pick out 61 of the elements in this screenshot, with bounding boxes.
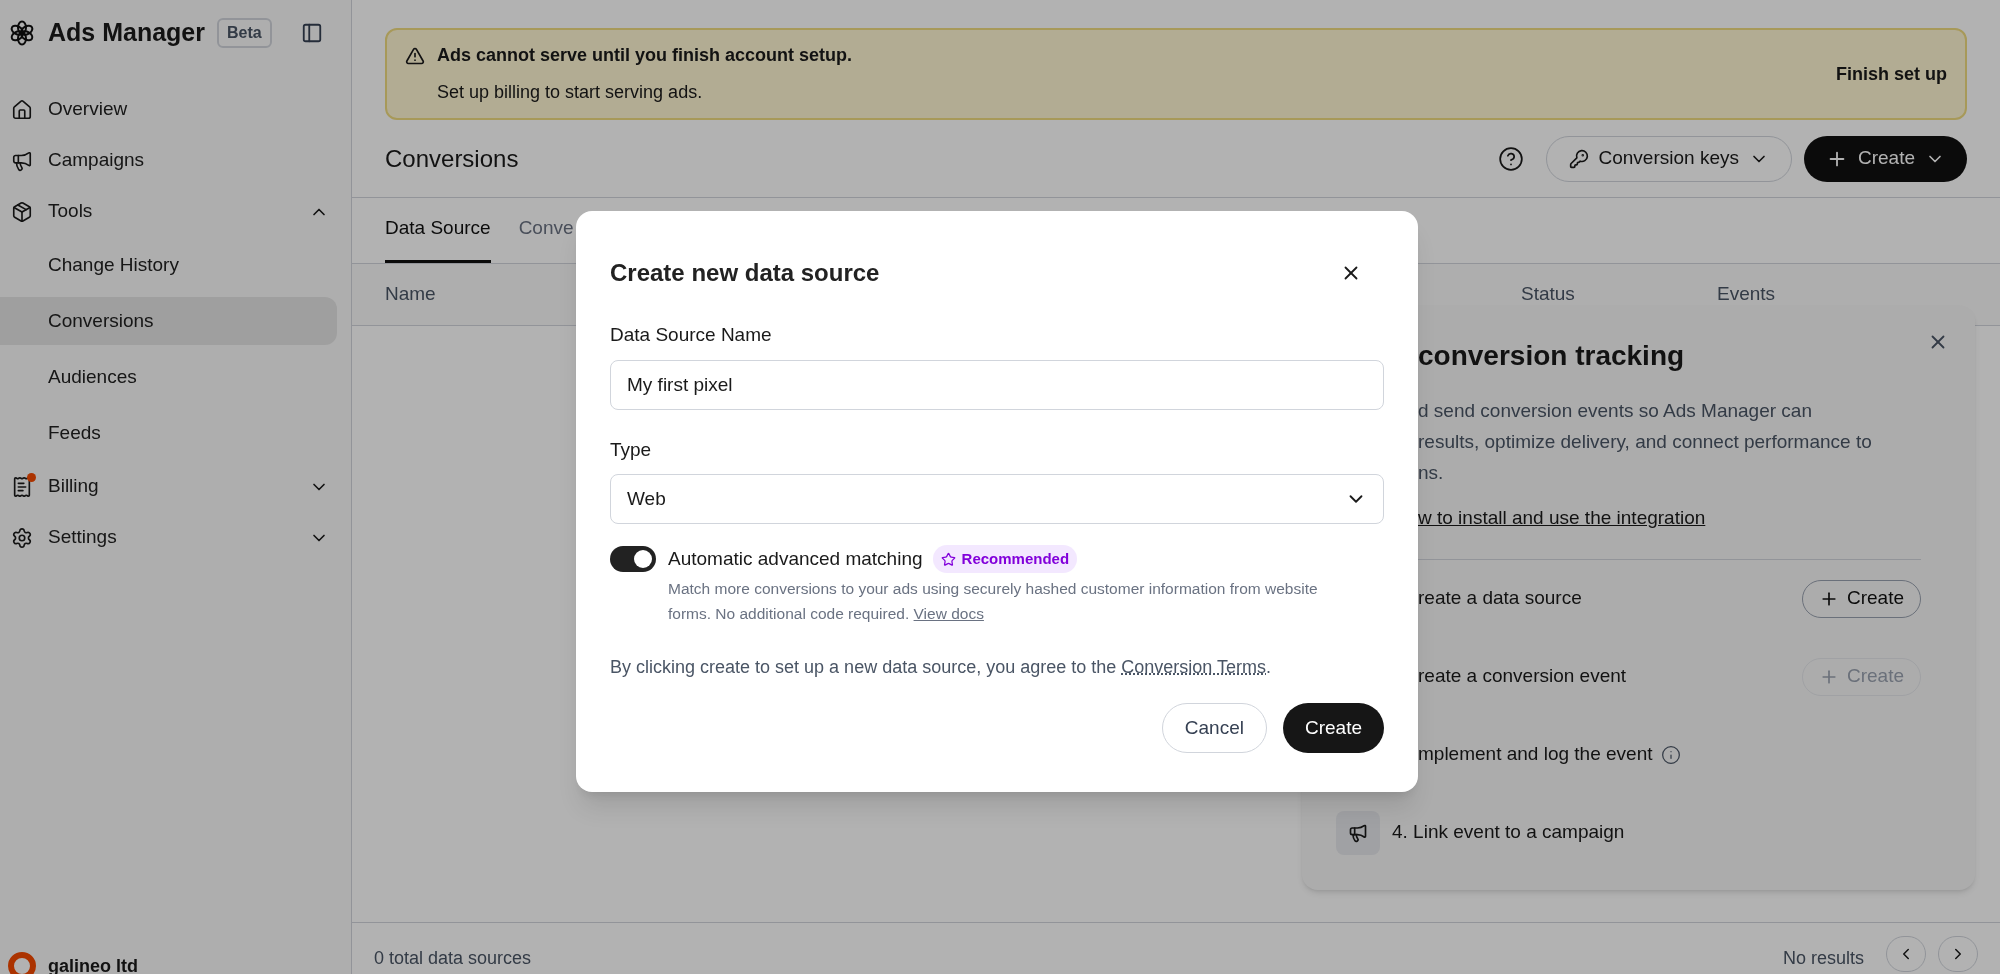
panel-title: conversion tracking <box>1418 339 1686 373</box>
nav-item[interactable]: Overview <box>0 84 351 135</box>
terms-text: By clicking create to set up a new data source, you agree to the Conversion Terms. <box>610 656 1273 679</box>
home-icon <box>11 98 33 121</box>
tab[interactable]: Conve <box>518 213 574 263</box>
nav-item[interactable]: Billing <box>0 461 351 512</box>
star-icon <box>940 551 956 567</box>
total-count: 0 total data sources <box>374 947 532 970</box>
nav-subitem[interactable]: Conversions <box>0 297 337 345</box>
nav-label: Settings <box>48 525 118 550</box>
name-input-field[interactable]: My first pixel <box>610 359 1384 410</box>
nav-subitem[interactable]: Feeds <box>0 409 337 457</box>
nav-item[interactable]: Tools <box>0 186 351 237</box>
matching-toggle[interactable] <box>610 546 656 572</box>
nav-item[interactable]: Campaigns <box>0 135 351 186</box>
settings-icon <box>11 526 33 549</box>
step-label: reate a data source <box>1418 586 1582 611</box>
step-label: reate a conversion event <box>1418 664 1627 689</box>
create-button[interactable]: Create <box>1282 703 1384 753</box>
panel-description-line: d send conversion events so Ads Manager can <box>1418 399 1813 422</box>
nav-label: Campaigns <box>48 148 146 173</box>
warning-icon <box>405 45 425 66</box>
view-docs-link[interactable]: View docs <box>913 605 984 622</box>
matching-label: Automatic advanced matching <box>668 546 923 571</box>
matching-description: Match more conversions to your ads using securely hashed customer information from website forms. No additional code required. View docs <box>668 579 1319 624</box>
recommended-badge: Recommended <box>932 544 1078 574</box>
conversion-terms-link[interactable]: Conversion Terms <box>1121 657 1267 677</box>
nav-item[interactable]: Settings <box>0 512 351 563</box>
column-header: Name <box>385 282 437 307</box>
nav-subitem[interactable]: Audiences <box>0 353 337 401</box>
panel-description-line: ns. <box>1418 461 1445 484</box>
finish-setup-button[interactable]: Finish set up <box>1836 60 1947 88</box>
column-header: Events <box>1717 282 1776 307</box>
column-header: Status <box>1521 282 1576 307</box>
panel-description-line: results, optimize delivery, and connect performance to <box>1418 430 1873 453</box>
logo-icon <box>8 19 36 47</box>
box-icon <box>11 200 33 223</box>
step-label: mplement and log the event <box>1418 742 1653 767</box>
nav-subitem[interactable]: Change History <box>0 241 337 289</box>
page-title: Conversions <box>385 143 519 174</box>
step-label: 4. Link event to a campaign <box>1392 820 1625 845</box>
results-text: No results <box>1782 947 1864 970</box>
field-label: Data Source Name <box>610 323 773 347</box>
nav-label: Billing <box>48 474 100 499</box>
nav-label: Overview <box>48 97 129 122</box>
type-select[interactable]: Web <box>610 474 1384 524</box>
sidebar-toggle-icon[interactable] <box>301 22 323 44</box>
megaphone-icon <box>1348 822 1368 843</box>
banner-title: Ads cannot serve until you finish account setup. <box>437 44 853 67</box>
field-label: Type <box>610 437 653 462</box>
create-menu-button[interactable]: Create <box>1803 135 1967 182</box>
receipt-icon <box>11 475 33 498</box>
nav-label: Tools <box>48 199 94 224</box>
integration-guide-link[interactable]: w to install and use the integration <box>1418 504 1921 533</box>
megaphone-icon <box>11 149 33 172</box>
key-icon <box>1568 148 1589 169</box>
brand-title: Ads Manager <box>48 17 205 49</box>
dialog-title: Create new data source <box>610 258 880 288</box>
help-icon[interactable] <box>1497 145 1524 172</box>
banner-message: Set up billing to start serving ads. <box>437 81 704 104</box>
beta-badge: Beta <box>217 18 272 48</box>
